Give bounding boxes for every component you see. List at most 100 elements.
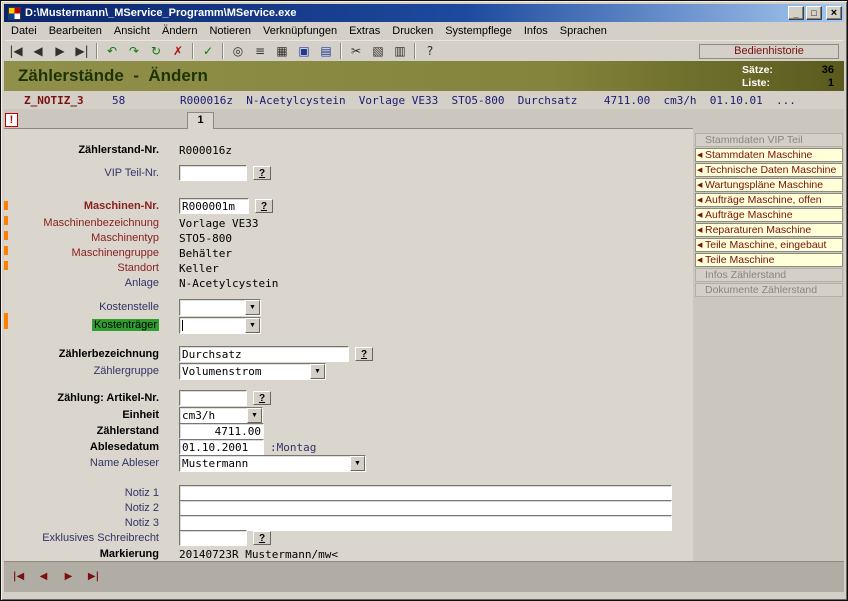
- nav-first-button[interactable]: |◀: [5, 42, 27, 61]
- einheit-select[interactable]: cm3/h ▼: [179, 407, 263, 424]
- exklusives-schreibrecht-input[interactable]: [179, 530, 247, 546]
- notiz3-input[interactable]: [179, 515, 672, 531]
- undo-button[interactable]: ↶: [101, 42, 123, 61]
- sidebar-item-stammdaten-maschine[interactable]: ◀ Stammdaten Maschine: [695, 148, 843, 162]
- sidebar-item-wartungsplaene-maschine[interactable]: ◀ Wartungspläne Maschine: [695, 178, 843, 192]
- menu-datei[interactable]: Datei: [5, 24, 43, 38]
- bottom-bar: |◀ ◀ ▶ ▶|: [4, 561, 844, 592]
- refresh-button[interactable]: ↻: [145, 42, 167, 61]
- copy-button[interactable]: ▧: [367, 42, 389, 61]
- maximize-button[interactable]: □: [806, 6, 822, 20]
- saetze-label: Sätze:: [742, 64, 773, 76]
- bottom-nav-prev-button[interactable]: ◀: [32, 567, 55, 586]
- zaehlerstand-input[interactable]: [179, 423, 264, 439]
- kostenstelle-select[interactable]: ▼: [179, 299, 261, 316]
- bottom-nav-first-button[interactable]: |◀: [7, 567, 30, 586]
- field-label: Einheit: [4, 409, 159, 421]
- menu-aendern[interactable]: Ändern: [156, 24, 203, 38]
- help-button[interactable]: ?: [419, 42, 441, 61]
- zaehlung-artikel-nr-help-button[interactable]: ?: [253, 391, 271, 405]
- sidebar-item-teile-maschine-eingebaut[interactable]: ◀ Teile Maschine, eingebaut: [695, 238, 843, 252]
- search-icon: ◎: [233, 44, 243, 58]
- link-sidebar: Stammdaten VIP Teil ◀ Stammdaten Maschin…: [695, 133, 843, 298]
- window-title: D:\Mustermann\_MService_Programm\MServic…: [25, 7, 788, 19]
- sidebar-item-reparaturen-maschine[interactable]: ◀ Reparaturen Maschine: [695, 223, 843, 237]
- list-view-button[interactable]: ≡: [249, 42, 271, 61]
- grid-view-button[interactable]: ▦: [271, 42, 293, 61]
- field-row-einheit: Einheit cm3/h ▼: [4, 407, 693, 423]
- confirm-icon: ✓: [203, 44, 213, 58]
- sidebar-item-teile-maschine[interactable]: ◀ Teile Maschine: [695, 253, 843, 267]
- vip-teil-nr-help-button[interactable]: ?: [253, 166, 271, 180]
- nav-first-icon: |◀: [13, 571, 24, 582]
- weekday-suffix: :Montag: [270, 441, 316, 454]
- close-button[interactable]: ×: [826, 6, 842, 20]
- kostentraeger-select[interactable]: ▼: [179, 317, 261, 334]
- field-row-notiz2: Notiz 2: [4, 500, 693, 516]
- toolbar-separator: [96, 43, 98, 59]
- maschinen-nr-help-button[interactable]: ?: [255, 199, 273, 213]
- chevron-down-icon: ▼: [247, 408, 262, 423]
- menu-bar: Datei Bearbeiten Ansicht Ändern Notieren…: [5, 23, 843, 39]
- report-view-button[interactable]: ▤: [315, 42, 337, 61]
- toolbar: |◀ ◀ ▶ ▶| ↶ ↷ ↻ ✗ ✓ ◎ ≡ ▦ ▣ ▤ ✂ ▧ ▥ ? Be…: [5, 40, 843, 61]
- zaehlergruppe-select[interactable]: Volumenstrom ▼: [179, 363, 326, 380]
- field-row-markierung: Markierung 20140723R Mustermann/mw<: [4, 546, 693, 562]
- maschinen-nr-input[interactable]: [179, 198, 249, 214]
- window-view-button[interactable]: ▣: [293, 42, 315, 61]
- bottom-nav-last-button[interactable]: ▶|: [82, 567, 105, 586]
- zaehlung-artikel-nr-input[interactable]: [179, 390, 247, 406]
- menu-systempflege[interactable]: Systempflege: [439, 24, 518, 38]
- notiz2-input[interactable]: [179, 500, 672, 516]
- notiz1-input[interactable]: [179, 485, 672, 501]
- exklusives-schreibrecht-help-button[interactable]: ?: [253, 531, 271, 545]
- page-title: Zählerstände - Ändern: [18, 66, 208, 86]
- bedienhistorie-button[interactable]: Bedienhistorie: [699, 44, 839, 59]
- nav-next-button[interactable]: ▶: [49, 42, 71, 61]
- nav-last-button[interactable]: ▶|: [71, 42, 93, 61]
- menu-bearbeiten[interactable]: Bearbeiten: [43, 24, 108, 38]
- redo-button[interactable]: ↷: [123, 42, 145, 61]
- menu-sprachen[interactable]: Sprachen: [554, 24, 613, 38]
- field-label: Anlage: [4, 277, 159, 289]
- zaehlerbezeichnung-input[interactable]: [179, 346, 349, 362]
- vip-teil-nr-input[interactable]: [179, 165, 247, 181]
- sidebar-item-auftraege-maschine-offen[interactable]: ◀ Aufträge Maschine, offen: [695, 193, 843, 207]
- sidebar-item-infos-zaehlerstand: Infos Zählerstand: [695, 268, 843, 282]
- menu-extras[interactable]: Extras: [343, 24, 386, 38]
- markierung-value: 20140723R Mustermann/mw<: [179, 548, 338, 561]
- sidebar-item-auftraege-maschine[interactable]: ◀ Aufträge Maschine: [695, 208, 843, 222]
- menu-ansicht[interactable]: Ansicht: [108, 24, 156, 38]
- field-row-zaehlerstand-nr: Zählerstand-Nr. R000016z: [4, 142, 693, 158]
- record-stats: Sätze: 36 Liste: 1: [742, 63, 834, 89]
- search-button[interactable]: ◎: [227, 42, 249, 61]
- cancel-button[interactable]: ✗: [167, 42, 189, 61]
- menu-drucken[interactable]: Drucken: [386, 24, 439, 38]
- bottom-nav-next-button[interactable]: ▶: [57, 567, 80, 586]
- chevron-down-icon: ▼: [245, 300, 260, 315]
- nav-first-icon: |◀: [9, 44, 22, 58]
- field-row-kostentraeger: Kostenträger ▼: [4, 317, 693, 333]
- menu-notieren[interactable]: Notieren: [203, 24, 257, 38]
- nav-prev-button[interactable]: ◀: [27, 42, 49, 61]
- sidebar-item-technische-daten-maschine[interactable]: ◀ Technische Daten Maschine: [695, 163, 843, 177]
- record-field-name: Z_NOTIZ_3: [24, 94, 112, 107]
- field-label: Zählerstand-Nr.: [4, 144, 159, 156]
- field-label: Ablesedatum: [4, 441, 159, 453]
- minimize-button[interactable]: _: [788, 6, 804, 20]
- arrow-left-icon: ◀: [697, 196, 702, 204]
- name-ableser-select[interactable]: Mustermann ▼: [179, 455, 366, 472]
- arrow-left-icon: ◀: [697, 241, 702, 249]
- bottom-record-nav: |◀ ◀ ▶ ▶|: [7, 567, 105, 586]
- cut-button[interactable]: ✂: [345, 42, 367, 61]
- nav-next-icon: ▶: [55, 44, 64, 58]
- menu-verknuepfungen[interactable]: Verknüpfungen: [257, 24, 343, 38]
- chevron-down-icon: ▼: [310, 364, 325, 379]
- tab-1[interactable]: 1: [187, 112, 214, 129]
- confirm-button[interactable]: ✓: [197, 42, 219, 61]
- arrow-left-icon: ◀: [697, 226, 702, 234]
- ablesedatum-input[interactable]: [179, 439, 264, 455]
- zaehlerbezeichnung-help-button[interactable]: ?: [355, 347, 373, 361]
- menu-infos[interactable]: Infos: [518, 24, 554, 38]
- paste-button[interactable]: ▥: [389, 42, 411, 61]
